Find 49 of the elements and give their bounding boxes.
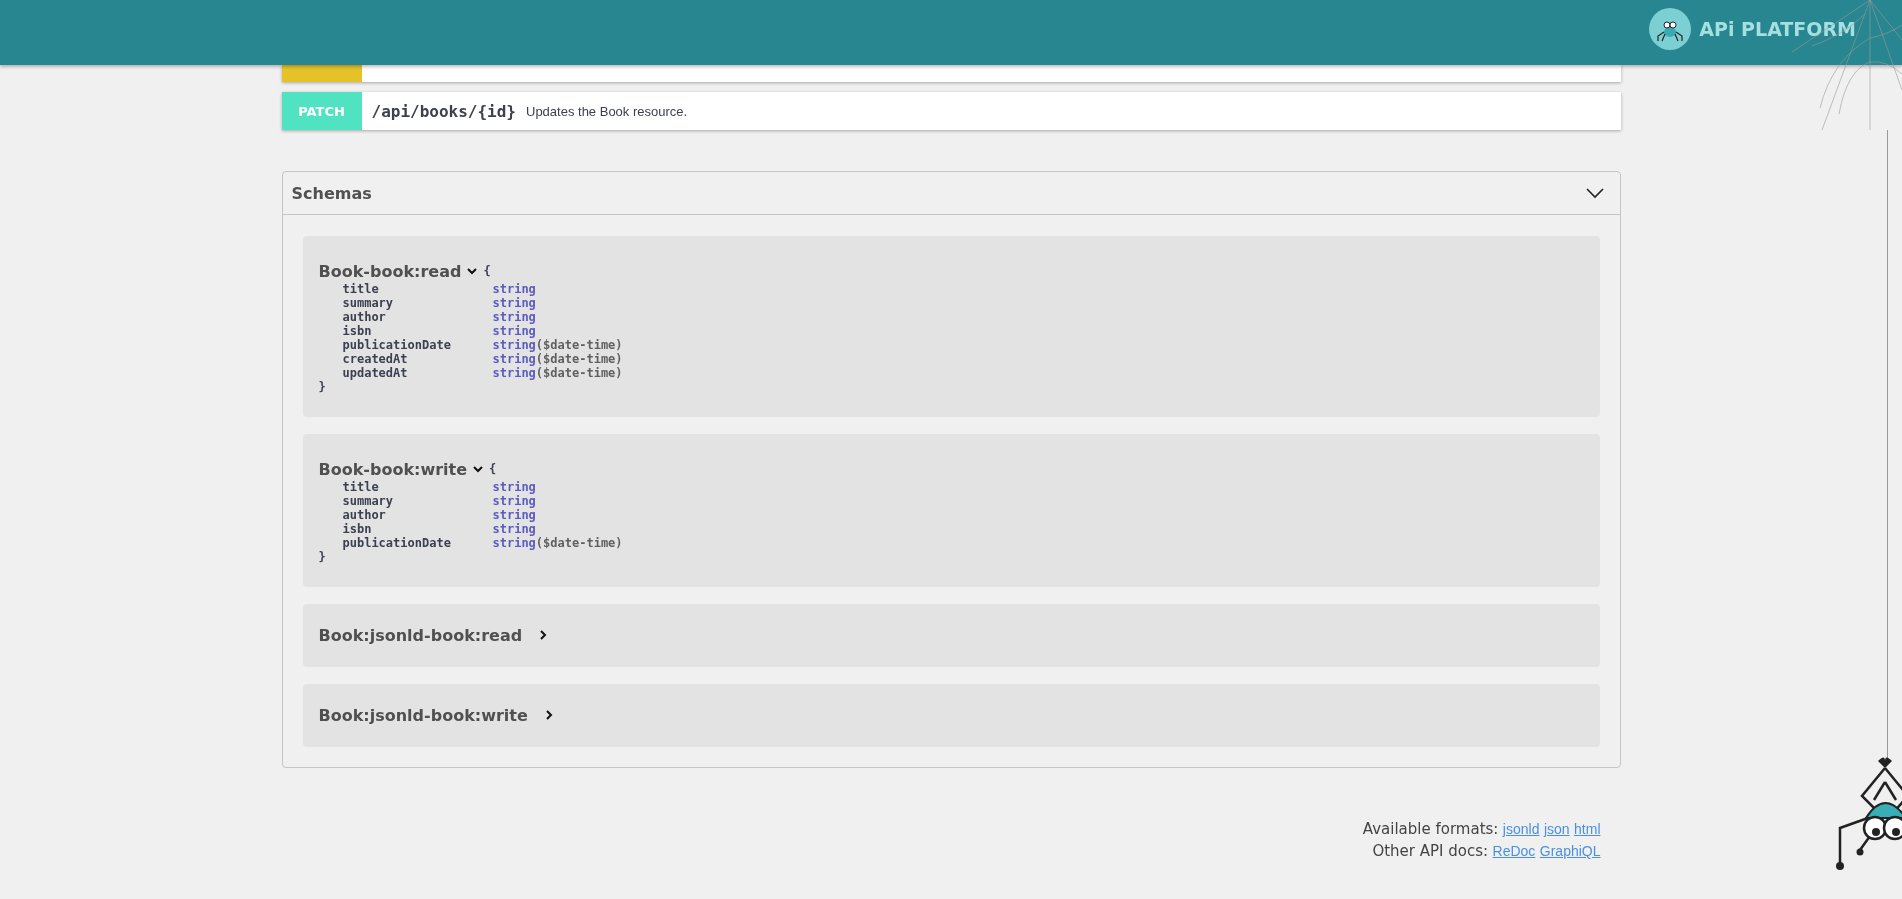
property-type: string xyxy=(492,494,537,508)
schemas-header[interactable]: Schemas xyxy=(282,172,1620,215)
property-type: string xyxy=(492,282,537,296)
model-card[interactable]: Book-book:read { title string summary string author string isbn string publicationDate string($date-time) createdAt string($date-time) updatedAt string($date-time) } xyxy=(302,236,1600,417)
chevron-icon[interactable] xyxy=(545,710,553,720)
property-name: createdAt xyxy=(342,352,409,366)
brace: } xyxy=(318,380,327,394)
property-type: string xyxy=(492,324,537,338)
footer-label: Available formats: xyxy=(1362,820,1499,838)
property-name: title xyxy=(342,282,380,296)
property-type: string($date-time) xyxy=(492,352,623,366)
chevron-icon[interactable] xyxy=(467,267,478,275)
property-name: publicationDate xyxy=(342,338,452,352)
property-type: string xyxy=(492,310,537,324)
property-type: string($date-time) xyxy=(492,338,623,352)
property-name: author xyxy=(342,310,387,324)
model-card[interactable]: Book-book:write { title string summary string author string isbn string publicationDate string($date-time) } xyxy=(302,434,1600,587)
model-name: Book-book:read xyxy=(318,261,462,281)
endpoint-path: /api/books/{id} xyxy=(371,101,516,121)
model-card[interactable]: Book:jsonld-book:write xyxy=(302,684,1600,747)
model-name: Book:jsonld-book:write xyxy=(318,705,528,725)
property-type: string xyxy=(492,508,537,522)
operation-row[interactable]: PATCH /api/books/{id} Updates the Book resource. xyxy=(281,92,1621,130)
model-name: Book:jsonld-book:read xyxy=(318,625,523,645)
property-name: author xyxy=(342,508,387,522)
property-name: isbn xyxy=(342,522,373,536)
property-name: title xyxy=(342,480,380,494)
spider-logo-icon[interactable] xyxy=(1649,8,1692,50)
property-name: isbn xyxy=(342,324,373,338)
chevron-icon[interactable] xyxy=(540,630,548,640)
property-type: string($date-time) xyxy=(492,536,623,550)
property-type: string xyxy=(492,522,537,536)
brace: { xyxy=(483,264,491,278)
model-name: Book-book:write xyxy=(318,459,468,479)
endpoint-summary: Updates the Book resource. xyxy=(526,103,688,119)
property-name: publicationDate xyxy=(342,536,452,550)
footer-label: Other API docs: xyxy=(1372,842,1489,860)
brace: { xyxy=(489,462,497,476)
method-badge: PATCH xyxy=(281,92,362,130)
brace: } xyxy=(318,550,327,564)
property-type: string xyxy=(492,480,537,494)
chevron-icon[interactable] xyxy=(473,465,484,473)
section-title: Schemas xyxy=(291,183,372,203)
property-type: string xyxy=(492,296,537,310)
property-name: updatedAt xyxy=(342,366,409,380)
property-type: string($date-time) xyxy=(492,366,623,380)
property-name: summary xyxy=(342,296,395,310)
property-name: summary xyxy=(342,494,395,508)
model-card[interactable]: Book:jsonld-book:read xyxy=(302,604,1600,667)
